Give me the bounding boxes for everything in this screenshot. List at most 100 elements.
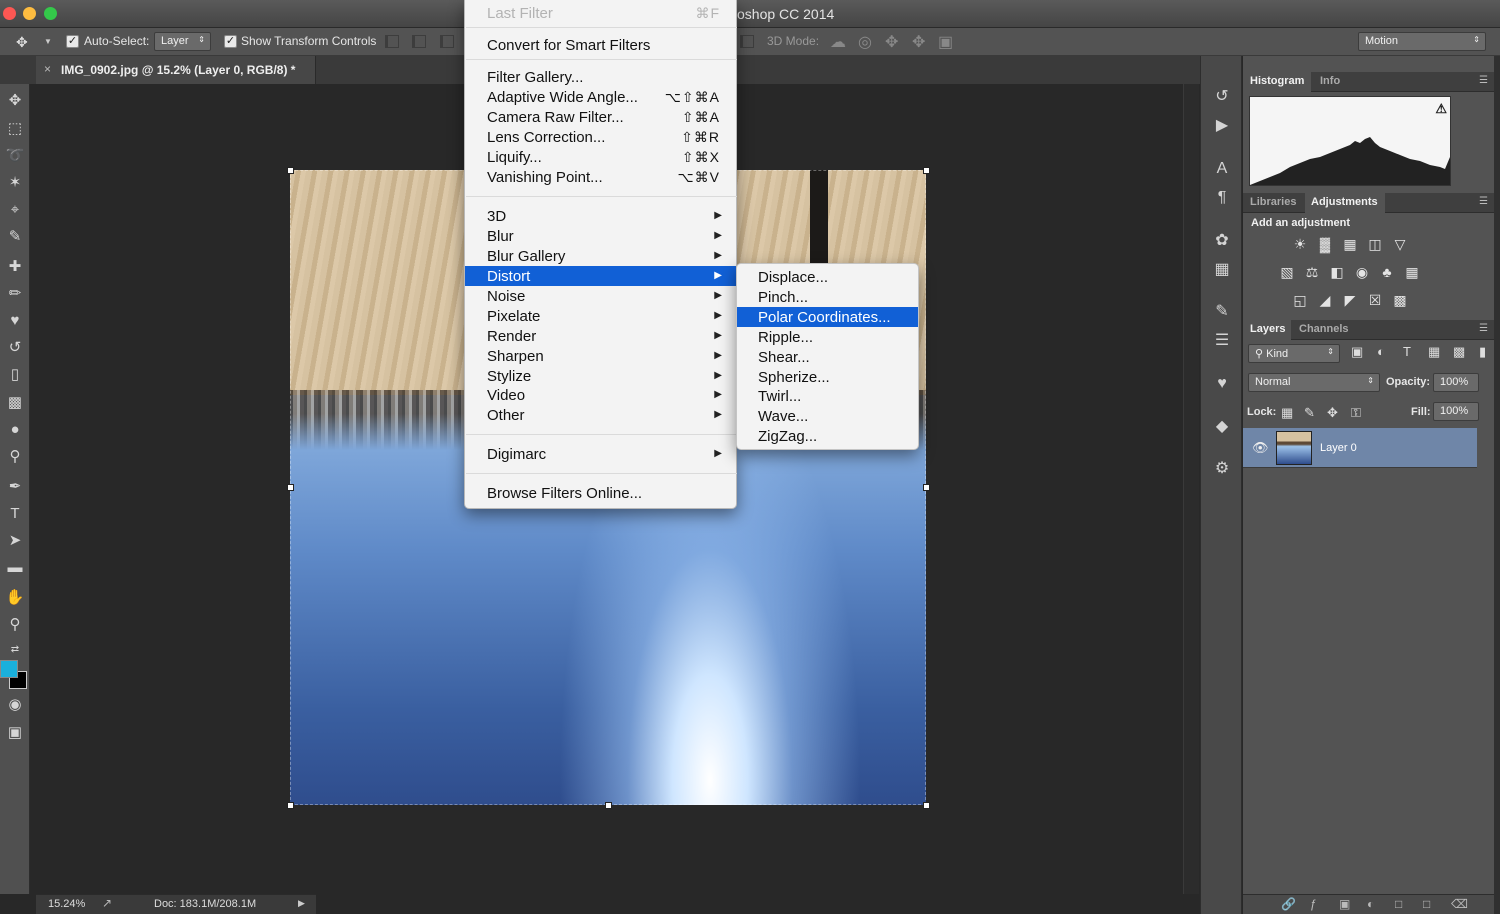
transform-handle-top-right[interactable]: [923, 167, 930, 174]
brush-panel-icon[interactable]: ☰: [1210, 329, 1234, 353]
swap-colors-icon[interactable]: ⇄: [5, 640, 25, 660]
cache-warning-icon[interactable]: ⚠: [1435, 101, 1447, 117]
gradient-map-icon[interactable]: ▩: [1391, 292, 1409, 308]
panel-menu-icon[interactable]: ☰: [1479, 196, 1488, 207]
hue-saturation-icon[interactable]: ▧: [1278, 264, 1296, 280]
tab-adjustments[interactable]: Adjustments: [1311, 196, 1378, 208]
new-layer-icon[interactable]: □: [1423, 897, 1430, 911]
magic-wand-tool-icon[interactable]: ✶: [5, 173, 25, 193]
blur-tool-icon[interactable]: ●: [5, 420, 25, 440]
history-brush-tool-icon[interactable]: ↺: [5, 338, 25, 358]
dodge-tool-icon[interactable]: ⚲: [5, 447, 25, 467]
3d-scale-icon[interactable]: ▣: [938, 32, 953, 52]
submenu-item-spherize[interactable]: Spherize...: [737, 367, 918, 387]
3d-drag-icon[interactable]: ✥: [885, 32, 898, 52]
threshold-icon[interactable]: ◤: [1341, 292, 1359, 308]
new-group-icon[interactable]: □: [1395, 897, 1402, 911]
submenu-item-ripple[interactable]: Ripple...: [737, 327, 918, 347]
3d-rotate-icon[interactable]: ☁: [830, 32, 846, 52]
transform-handle-bottom-right[interactable]: [923, 802, 930, 809]
submenu-item-polar-coordinates[interactable]: Polar Coordinates...: [737, 307, 918, 327]
show-transform-checkbox[interactable]: ✓: [224, 35, 237, 48]
quick-mask-icon[interactable]: ◉: [5, 695, 25, 715]
submenu-item-zigzag[interactable]: ZigZag...: [737, 426, 918, 446]
fill-field[interactable]: 100%: [1433, 402, 1479, 421]
align-center-icon[interactable]: [412, 35, 426, 48]
menu-item-3d[interactable]: 3D ▶: [465, 206, 736, 226]
document-tab[interactable]: × IMG_0902.jpg @ 15.2% (Layer 0, RGB/8) …: [36, 56, 316, 84]
canvas-vertical-scrollbar[interactable]: [1183, 84, 1199, 894]
path-selection-tool-icon[interactable]: ➤: [5, 531, 25, 551]
lock-image-icon[interactable]: ✎: [1304, 405, 1315, 421]
eraser-tool-icon[interactable]: ▯: [5, 365, 25, 385]
submenu-item-displace[interactable]: Displace...: [737, 267, 918, 287]
gradient-tool-icon[interactable]: ▩: [5, 393, 25, 413]
menu-item-noise[interactable]: Noise ▶: [465, 286, 736, 306]
close-window-button[interactable]: [3, 7, 16, 20]
workspace-dropdown[interactable]: Motion ⇕: [1358, 32, 1486, 51]
auto-select-checkbox[interactable]: ✓: [66, 35, 79, 48]
channel-mixer-icon[interactable]: ♣: [1378, 264, 1396, 280]
layer-row[interactable]: 👁 Layer 0: [1243, 428, 1477, 468]
transform-handle-middle-left[interactable]: [287, 484, 294, 491]
invert-icon[interactable]: ◱: [1291, 292, 1309, 308]
clone-source-panel-icon[interactable]: ♥: [1210, 372, 1234, 396]
exposure-icon[interactable]: ◫: [1366, 236, 1384, 252]
move-tool-icon[interactable]: ✥: [5, 91, 25, 111]
visibility-eye-icon[interactable]: 👁: [1252, 440, 1269, 456]
align-right-icon[interactable]: [440, 35, 454, 48]
menu-item-blur[interactable]: Blur ▶: [465, 226, 736, 246]
posterize-icon[interactable]: ◢: [1316, 292, 1334, 308]
tab-channels[interactable]: Channels: [1299, 323, 1349, 335]
rectangle-tool-icon[interactable]: ▬: [5, 558, 25, 578]
status-menu-arrow-icon[interactable]: ▶: [298, 898, 305, 909]
menu-item-browse-filters-online[interactable]: Browse Filters Online...: [465, 483, 736, 503]
marquee-tool-icon[interactable]: ⬚: [5, 119, 25, 139]
menu-item-vanishing-point[interactable]: Vanishing Point... ⌥⌘V: [465, 167, 736, 187]
swatches-panel-icon[interactable]: ▦: [1210, 258, 1234, 282]
healing-brush-tool-icon[interactable]: ✚: [5, 257, 25, 277]
zoom-window-button[interactable]: [44, 7, 57, 20]
menu-item-stylize[interactable]: Stylize ▶: [465, 366, 736, 386]
distribute-icon[interactable]: [740, 35, 754, 48]
lock-all-icon[interactable]: ⚿: [1351, 405, 1361, 421]
menu-item-liquify[interactable]: Liquify... ⇧⌘X: [465, 147, 736, 167]
opacity-field[interactable]: 100%: [1433, 373, 1479, 392]
filter-pixel-icon[interactable]: ▣: [1351, 344, 1363, 360]
menu-item-adaptive-wide-angle[interactable]: Adaptive Wide Angle... ⌥⇧⌘A: [465, 87, 736, 107]
close-tab-icon[interactable]: ×: [44, 62, 51, 76]
menu-item-sharpen[interactable]: Sharpen ▶: [465, 346, 736, 366]
eyedropper-tool-icon[interactable]: ✎: [5, 227, 25, 247]
menu-item-lens-correction[interactable]: Lens Correction... ⇧⌘R: [465, 127, 736, 147]
levels-icon[interactable]: ▓: [1316, 236, 1334, 252]
brightness-contrast-icon[interactable]: ☀: [1291, 236, 1309, 252]
history-panel-icon[interactable]: ↺: [1210, 85, 1234, 109]
crop-tool-icon[interactable]: ⌖: [5, 200, 25, 220]
filter-smart-object-icon[interactable]: ▩: [1453, 344, 1465, 360]
submenu-item-twirl[interactable]: Twirl...: [737, 386, 918, 406]
brush-tool-icon[interactable]: ✏: [5, 284, 25, 304]
submenu-item-wave[interactable]: Wave...: [737, 406, 918, 426]
panel-menu-icon[interactable]: ☰: [1479, 75, 1488, 86]
properties-panel-icon[interactable]: ⚙: [1210, 457, 1234, 481]
lasso-tool-icon[interactable]: ➰: [5, 146, 25, 166]
3d-panel-icon[interactable]: ◆: [1210, 415, 1234, 439]
curves-icon[interactable]: ▦: [1341, 236, 1359, 252]
move-tool-icon[interactable]: ✥: [16, 34, 28, 51]
foreground-color-swatch[interactable]: [0, 660, 18, 678]
auto-select-dropdown[interactable]: Layer ⇕: [154, 32, 211, 51]
minimize-window-button[interactable]: [23, 7, 36, 20]
menu-item-pixelate[interactable]: Pixelate ▶: [465, 306, 736, 326]
pen-tool-icon[interactable]: ✒: [5, 477, 25, 497]
transform-handle-bottom-center[interactable]: [605, 802, 612, 809]
delete-layer-icon[interactable]: ⌫: [1451, 897, 1468, 911]
tool-preset-dropdown-icon[interactable]: ▼: [44, 37, 52, 46]
zoom-level[interactable]: 15.24%: [48, 898, 85, 910]
align-left-icon[interactable]: [385, 35, 399, 48]
transform-handle-bottom-left[interactable]: [287, 802, 294, 809]
layer-name[interactable]: Layer 0: [1320, 442, 1357, 454]
menu-item-video[interactable]: Video ▶: [465, 385, 736, 405]
menu-item-distort[interactable]: Distort ▶: [465, 266, 736, 286]
tab-layers[interactable]: Layers: [1250, 323, 1285, 335]
submenu-item-pinch[interactable]: Pinch...: [737, 287, 918, 307]
